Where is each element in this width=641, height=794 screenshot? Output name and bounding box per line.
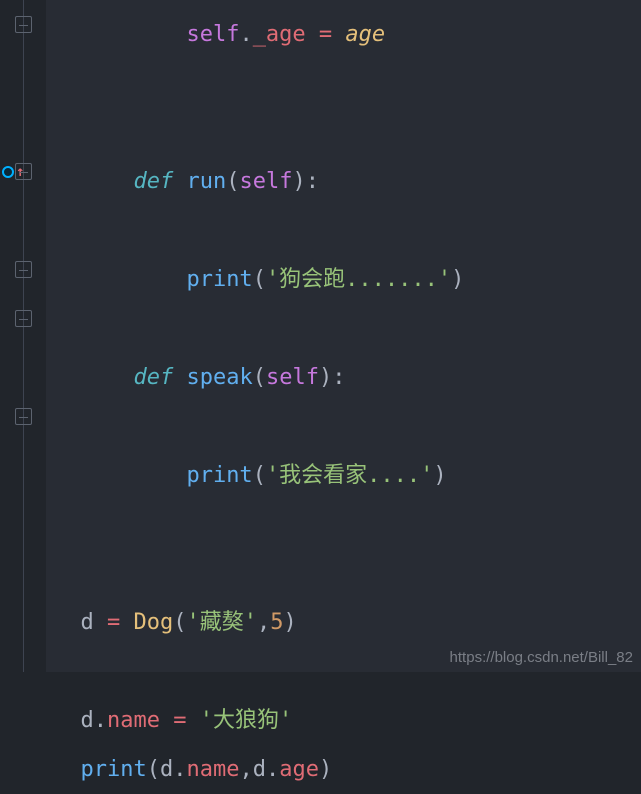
code-line: def speak ( self ): bbox=[54, 353, 641, 402]
code-line: d = Dog ( '藏獒' , 5 ) bbox=[54, 598, 641, 647]
fold-marker-icon[interactable] bbox=[15, 261, 32, 278]
code-area[interactable]: def age ( self , age ): self . _age = ag… bbox=[46, 0, 641, 672]
fold-marker-icon[interactable] bbox=[15, 16, 32, 33]
code-line: print ( d . name , d . age ) bbox=[54, 745, 641, 794]
code-line: d . name = '大狼狗' bbox=[54, 696, 641, 745]
code-line: self . _age = age bbox=[54, 10, 641, 59]
code-line: print ( '我会看家....' ) bbox=[54, 451, 641, 500]
code-line: def run ( self ): bbox=[54, 157, 641, 206]
code-line: print ( '狗会跑.......' ) bbox=[54, 255, 641, 304]
code-line bbox=[54, 500, 641, 549]
code-line bbox=[54, 59, 641, 108]
gutter: ↑ bbox=[0, 0, 46, 672]
code-line bbox=[54, 206, 641, 255]
code-line bbox=[54, 108, 641, 157]
code-editor[interactable]: ↑ def age ( self , age ): bbox=[0, 0, 641, 672]
code-line bbox=[54, 402, 641, 451]
watermark-text: https://blog.csdn.net/Bill_82 bbox=[450, 649, 633, 666]
code-line: def age ( self , age ): bbox=[54, 0, 641, 10]
code-line bbox=[54, 304, 641, 353]
fold-marker-icon[interactable] bbox=[15, 408, 32, 425]
fold-marker-icon[interactable] bbox=[15, 163, 32, 180]
fold-marker-icon[interactable] bbox=[15, 310, 32, 327]
code-line bbox=[54, 549, 641, 598]
